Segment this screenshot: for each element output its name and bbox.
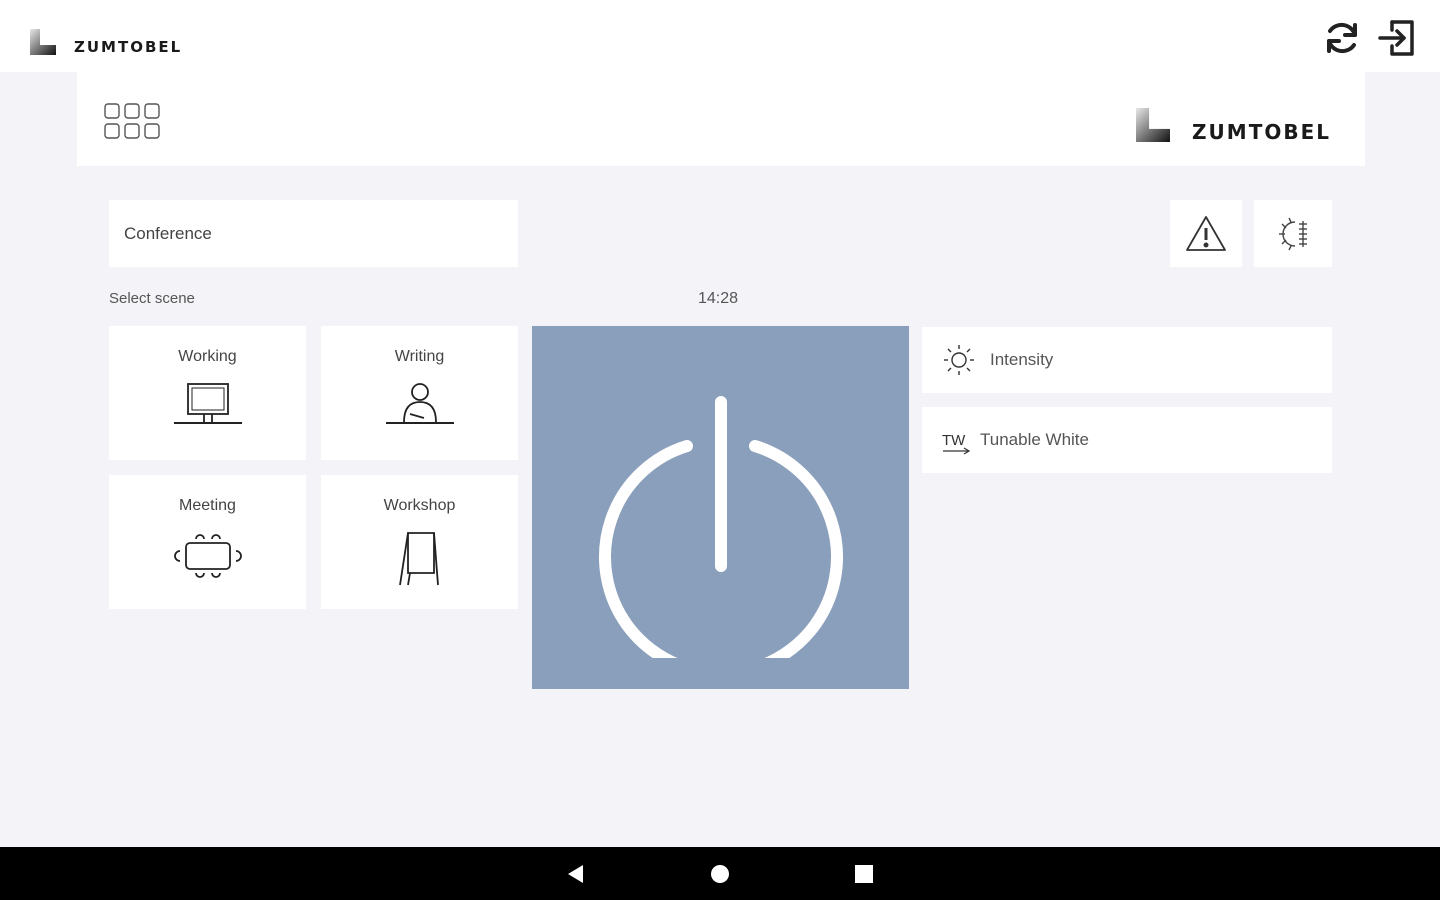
power-icon <box>598 395 843 658</box>
scene-label: Workshop <box>383 497 456 514</box>
back-button[interactable] <box>552 850 600 898</box>
logout-button[interactable] <box>1374 16 1418 60</box>
light-settings-icon <box>1279 217 1307 250</box>
tunable-white-icon: TW <box>942 432 972 455</box>
recents-icon <box>855 864 873 883</box>
room-name: Conference <box>124 223 212 243</box>
logout-icon <box>1378 20 1414 56</box>
warning-button[interactable] <box>1170 200 1242 267</box>
tunable-white-control[interactable]: TW Tunable White <box>922 407 1332 473</box>
app-grid-button[interactable] <box>103 102 163 142</box>
light-settings-button[interactable] <box>1254 200 1332 267</box>
back-icon <box>568 864 583 883</box>
app-logo: ZUMTOBEL <box>30 28 182 56</box>
scene-label: Working <box>178 348 237 365</box>
intensity-label: Intensity <box>990 350 1054 369</box>
power-toggle[interactable] <box>532 326 909 689</box>
home-button[interactable] <box>696 850 744 898</box>
recents-button[interactable] <box>840 850 888 898</box>
clock: 14:28 <box>697 290 739 307</box>
scene-writing[interactable]: Writing <box>321 326 518 460</box>
tunable-white-label: Tunable White <box>980 430 1089 449</box>
flipchart-icon <box>398 532 439 586</box>
zumtobel-logo-icon <box>1136 108 1171 142</box>
meeting-table-icon <box>173 534 242 578</box>
select-scene-label: Select scene <box>109 290 195 307</box>
monitor-desk-icon <box>173 383 242 424</box>
top-bar: ZUMTOBEL <box>0 0 1440 72</box>
scene-working[interactable]: Working <box>109 326 306 460</box>
scene-workshop[interactable]: Workshop <box>321 475 518 609</box>
intensity-control[interactable]: Intensity <box>922 327 1332 393</box>
refresh-icon <box>1327 22 1357 54</box>
scene-label: Writing <box>394 348 445 365</box>
scene-meeting[interactable]: Meeting <box>109 475 306 609</box>
sun-icon <box>944 345 974 375</box>
home-icon <box>711 864 729 883</box>
person-writing-icon <box>385 383 454 424</box>
refresh-button[interactable] <box>1320 16 1364 60</box>
brand-name: ZUMTOBEL <box>74 38 183 56</box>
panel-logo: ZUMTOBEL <box>1136 106 1331 144</box>
system-nav-bar <box>0 847 1440 900</box>
panel-brand-name: ZUMTOBEL <box>1192 120 1331 144</box>
room-selector[interactable]: Conference <box>109 200 518 267</box>
panel-header: ZUMTOBEL <box>77 72 1365 166</box>
zumtobel-logo-icon <box>30 29 56 55</box>
app-grid-icon <box>104 103 160 139</box>
scene-label: Meeting <box>179 497 236 514</box>
warning-icon <box>1186 215 1226 251</box>
